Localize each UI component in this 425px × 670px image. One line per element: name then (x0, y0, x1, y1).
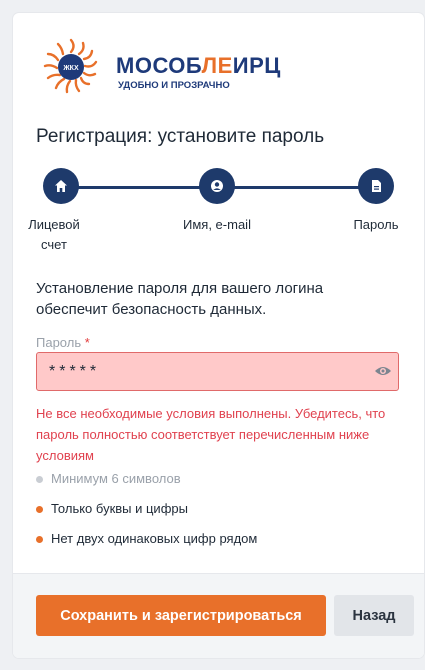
step-password[interactable] (358, 168, 394, 204)
step-label-name-email: Имя, e-mail (183, 217, 251, 232)
condition-letters-digits: Только буквы и цифры (36, 499, 257, 529)
condition-dot (36, 506, 43, 513)
brand-name: МОСОБЛЕИРЦ (116, 53, 281, 78)
brand-logo: ЖКХ МОСОБЛЕИРЦ УДОБНО И ПРОЗРАЧНО (36, 32, 280, 102)
home-icon (55, 180, 67, 192)
step-label-account: Лицевой счет (28, 217, 80, 252)
password-error-message: Не все необходимые условия выполнены. Уб… (36, 406, 386, 463)
eye-icon[interactable] (374, 363, 392, 379)
condition-dot (36, 476, 43, 483)
password-label: Пароль * (36, 335, 90, 350)
sun-logo-icon: ЖКХ (43, 38, 98, 94)
step-account[interactable] (43, 168, 79, 204)
step-name-email[interactable] (199, 168, 235, 204)
back-button[interactable]: Назад (334, 595, 414, 636)
document-icon (372, 180, 381, 192)
page-title: Регистрация: установите пароль (36, 126, 325, 147)
save-register-button[interactable]: Сохранить и зарегистрироваться (36, 595, 326, 636)
brand-tagline: УДОБНО И ПРОЗРАЧНО (118, 80, 230, 91)
user-icon (211, 180, 223, 192)
condition-dot (36, 536, 43, 543)
password-input[interactable] (36, 352, 399, 391)
step-label-password: Пароль (353, 217, 399, 232)
condition-min-length: Минимум 6 символов (36, 469, 257, 499)
info-text: Установление пароля для вашего логина об… (36, 280, 324, 318)
condition-no-repeated-digits: Нет двух одинаковых цифр рядом (36, 529, 257, 559)
registration-stepper: Лицевой счет Имя, e-mail Пароль (13, 168, 424, 263)
registration-card: ЖКХ МОСОБЛЕИРЦ УДОБНО И ПРОЗРАЧНО Регист… (13, 13, 424, 658)
logo-badge-text: ЖКХ (62, 65, 79, 72)
password-conditions: Минимум 6 символов Только буквы и цифры … (36, 469, 257, 559)
